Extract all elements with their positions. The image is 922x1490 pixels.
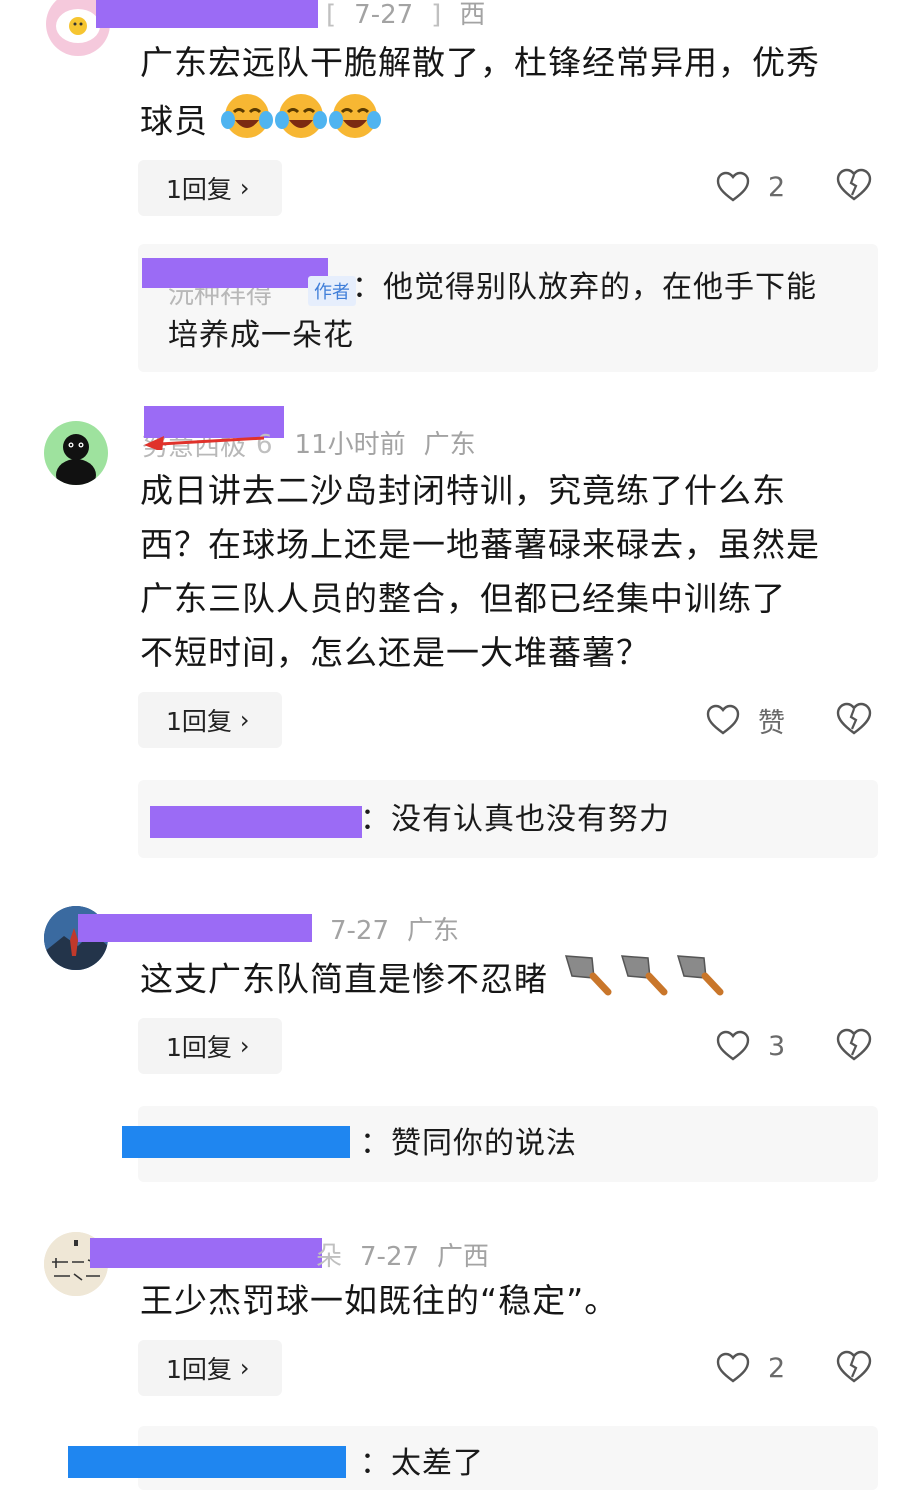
like-button[interactable]: 2: [716, 167, 785, 207]
heart-outline-icon: [716, 171, 750, 202]
redacted-username: [150, 806, 362, 838]
kitchen-knife-emoji: [616, 948, 672, 1014]
comment-text: 广东宏远队干脆解散了，杜锋经常异用，优秀 球员: [140, 36, 875, 156]
broken-heart-icon: [836, 1028, 872, 1061]
avatar[interactable]: [44, 421, 108, 485]
reply-count-button[interactable]: 1回复 ›: [138, 160, 282, 216]
broken-heart-icon: [836, 168, 872, 201]
reply-count-button[interactable]: 1回复 ›: [138, 1340, 282, 1396]
dislike-button[interactable]: [836, 168, 872, 204]
chevron-right-icon: ›: [239, 174, 250, 202]
like-button[interactable]: 赞: [706, 700, 785, 740]
redacted-username: [122, 1126, 350, 1158]
like-button[interactable]: 2: [716, 1348, 785, 1388]
sub-reply[interactable]: ：太差了: [68, 1426, 878, 1490]
sub-reply-text: ：没有认真也没有努力: [360, 802, 670, 837]
chevron-right-icon: ›: [239, 706, 250, 734]
redacted-username: [90, 1238, 322, 1268]
sub-reply[interactable]: ：赞同你的说法: [122, 1106, 878, 1182]
author-badge: 作者: [308, 276, 356, 306]
reply-count-button[interactable]: 1回复 ›: [138, 1018, 282, 1074]
kitchen-knife-emoji: [672, 948, 728, 1014]
comment-meta: [7-27] 西: [326, 0, 486, 30]
reply-count-button[interactable]: 1回复 ›: [138, 692, 282, 748]
broken-heart-icon: [836, 702, 872, 735]
dislike-button[interactable]: [836, 1350, 872, 1386]
broken-heart-icon: [836, 1350, 872, 1383]
dislike-button[interactable]: [836, 702, 872, 738]
dislike-button[interactable]: [836, 1028, 872, 1064]
laughing-crying-emoji: [328, 90, 382, 156]
comment-text: 王少杰罚球一如既往的“稳定”。: [140, 1281, 619, 1320]
red-arrow-annotation: [144, 436, 265, 450]
kitchen-knife-emoji: [560, 948, 616, 1014]
comment-text: 这支广东队简直是惨不忍睹: [140, 948, 875, 1014]
chevron-right-icon: ›: [239, 1032, 250, 1060]
heart-outline-icon: [716, 1030, 750, 1061]
comment-meta: 朵 7-27 广西: [316, 1242, 490, 1272]
redacted-username: [96, 0, 318, 28]
sub-reply-text: ：赞同你的说法: [360, 1126, 577, 1161]
black-figure-avatar-icon: [56, 434, 96, 485]
laughing-crying-emoji: [274, 90, 328, 156]
redacted-username: [142, 258, 328, 288]
heart-outline-icon: [706, 704, 740, 735]
comment-text: 成日讲去二沙岛封闭特训，究竟练了什么东 西？在球场上还是一地蕃薯碌来碌去，虽然是…: [140, 471, 820, 672]
heart-outline-icon: [716, 1352, 750, 1383]
comment-meta: 6 11小时前 广东: [256, 430, 476, 460]
like-button[interactable]: 3: [716, 1026, 785, 1066]
laughing-crying-emoji: [220, 90, 274, 156]
sub-reply-text: ：太差了: [360, 1446, 484, 1481]
redacted-username: [68, 1446, 346, 1478]
comment-meta: 7-27 广东: [330, 916, 460, 946]
sub-reply-text: ：他觉得别队放弃的，在他手下能: [352, 270, 817, 305]
sub-reply[interactable]: ：没有认真也没有努力: [138, 780, 878, 858]
chevron-right-icon: ›: [239, 1354, 250, 1382]
sub-reply-text: 培养成一朵花: [168, 318, 354, 353]
redacted-username: [78, 914, 312, 942]
sub-reply[interactable]: 沅种祥得 作者 ：他觉得别队放弃的，在他手下能 培养成一朵花: [138, 244, 878, 372]
